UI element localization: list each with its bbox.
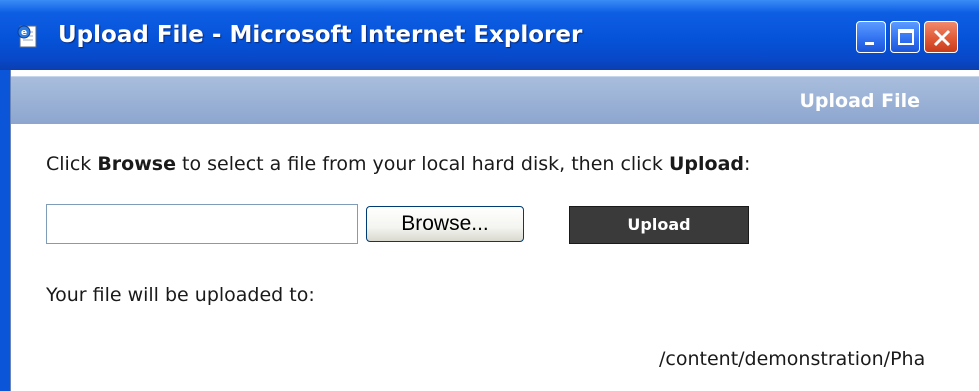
instruction-browse-word: Browse (97, 153, 176, 175)
svg-text:e: e (21, 28, 27, 38)
instruction-upload-word: Upload (668, 153, 744, 175)
minimize-icon (865, 42, 874, 45)
maximize-icon (898, 29, 914, 45)
instruction-part3: : (744, 153, 751, 175)
window-title: Upload File - Microsoft Internet Explore… (58, 22, 583, 48)
header-bar: Upload File (11, 76, 979, 124)
instruction-text: Click Browse to select a file from your … (46, 153, 750, 175)
close-icon (933, 29, 951, 47)
minimize-button[interactable] (856, 21, 886, 53)
browser-window: e Upload File - Microsoft Internet Explo… (0, 0, 979, 391)
file-path-input[interactable] (46, 204, 358, 244)
instruction-part2: to select a file from your local hard di… (175, 153, 669, 175)
page-title: Upload File (799, 90, 920, 112)
maximize-button[interactable] (890, 21, 920, 53)
destination-label: Your file will be uploaded to: (46, 284, 315, 306)
browse-button[interactable]: Browse... (366, 206, 524, 242)
ie-page-icon: e (17, 25, 37, 48)
destination-path: /content/demonstration/Pha (659, 348, 926, 370)
page-content: Upload File Click Browse to select a fil… (10, 70, 979, 391)
instruction-part1: Click (46, 153, 98, 175)
close-button[interactable] (924, 21, 958, 53)
title-bar[interactable]: e Upload File - Microsoft Internet Explo… (0, 0, 979, 70)
upload-button[interactable]: Upload (569, 206, 749, 244)
